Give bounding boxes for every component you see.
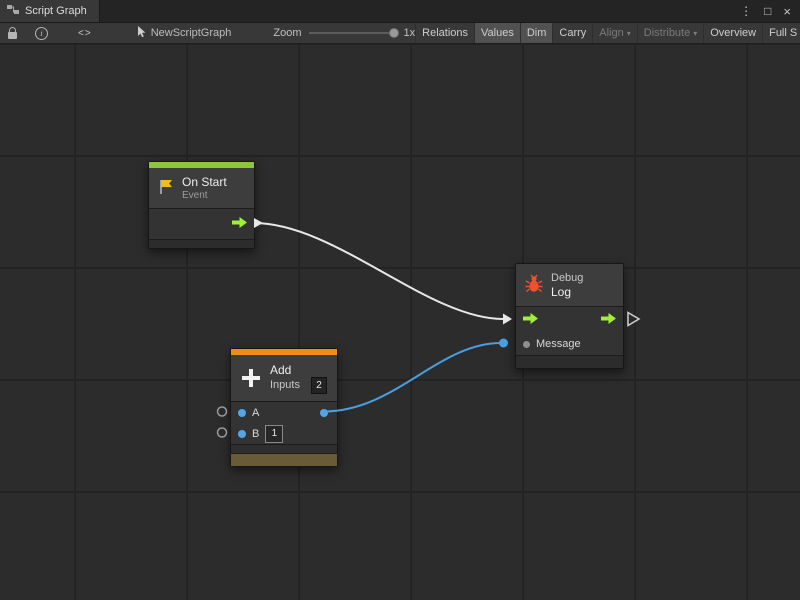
flag-icon [157, 178, 175, 199]
wire-flow-onstart-to-log[interactable] [254, 223, 503, 319]
button-label: Values [481, 27, 514, 39]
node-subtitle: Log [551, 285, 583, 299]
zoom-value: 1x [404, 27, 416, 39]
port-row-a: A [231, 402, 337, 423]
node-header[interactable]: Debug Log [516, 264, 623, 306]
message-input-row: Message [516, 333, 623, 355]
node-title: Debug [551, 272, 583, 285]
button-label: Relations [422, 27, 468, 39]
graph-name: NewScriptGraph [151, 27, 232, 39]
titlebar-spacer [100, 0, 731, 22]
maximize-icon[interactable]: □ [764, 5, 771, 17]
external-flow-triangle-icon[interactable] [628, 313, 639, 326]
toolbar-button-overview[interactable]: Overview [703, 23, 762, 43]
node-subtitle: Event [182, 189, 227, 202]
toolbar-button-values[interactable]: Values [474, 23, 520, 43]
toolbar-button-dim[interactable]: Dim [520, 23, 553, 43]
close-icon[interactable]: × [783, 5, 791, 18]
flow-output-port[interactable] [601, 313, 616, 327]
node-debug-log[interactable]: Debug Log Message [515, 263, 624, 369]
node-body-spacer [231, 444, 337, 453]
cursor-icon [137, 26, 146, 41]
graph-breadcrumb[interactable]: NewScriptGraph [137, 26, 232, 41]
chevron-down-icon: ▾ [627, 29, 631, 38]
kebab-menu-icon[interactable]: ⋮ [740, 5, 752, 17]
inputs-label: Inputs [270, 378, 300, 393]
flow-output-port[interactable] [232, 217, 247, 231]
flow-output-row [149, 209, 254, 239]
input-port-a[interactable] [238, 409, 246, 417]
graph-canvas[interactable]: On Start Event [0, 44, 800, 600]
flow-port-row [516, 307, 623, 333]
zoom-control: Zoom 1x [273, 27, 415, 39]
node-header[interactable]: On Start Event [149, 168, 254, 208]
math-footer-strip [231, 453, 337, 466]
node-header[interactable]: Add Inputs 2 [231, 355, 337, 401]
plus-icon [239, 366, 263, 390]
bug-icon [524, 274, 544, 297]
graph-toolbar: i <> NewScriptGraph Zoom 1x Relations Va… [0, 23, 800, 44]
port-b-value-field[interactable]: 1 [265, 425, 283, 443]
port-label: A [252, 407, 259, 419]
node-title: On Start [182, 175, 227, 189]
toolbar-button-align[interactable]: Align ▾ [592, 23, 636, 43]
node-footer [516, 355, 623, 368]
wire-value-add-to-message[interactable] [324, 343, 501, 412]
button-label: Align [599, 27, 623, 39]
button-label: Distribute [644, 27, 690, 39]
chevron-down-icon: ▾ [693, 29, 697, 38]
toolbar-toggle-group: Relations Values Dim Carry Align ▾ Distr… [415, 23, 800, 43]
zoom-label: Zoom [273, 27, 301, 39]
port-label: Message [536, 338, 581, 350]
button-label: Dim [527, 27, 547, 39]
external-port-circle-a-icon[interactable] [218, 407, 227, 416]
toolbar-button-distribute[interactable]: Distribute ▾ [637, 23, 703, 43]
code-icon: <> [78, 28, 92, 39]
lock-icon [8, 32, 17, 39]
toolbar-button-relations[interactable]: Relations [415, 23, 474, 43]
script-graph-window: Script Graph ⋮ □ × i <> NewScriptGraph Z… [0, 0, 800, 600]
wire-end-dot-icon [499, 339, 508, 348]
external-port-circle-b-icon[interactable] [218, 428, 227, 437]
port-label: B [252, 428, 259, 440]
wire-end-arrow-icon [503, 314, 512, 325]
toolbar-button-fullscreen[interactable]: Full S [762, 23, 800, 43]
edit-source-button[interactable]: <> [73, 23, 97, 43]
node-on-start[interactable]: On Start Event [148, 161, 255, 249]
zoom-slider-handle[interactable] [389, 28, 399, 38]
message-input-port[interactable] [523, 341, 530, 348]
flow-input-port[interactable] [523, 313, 538, 327]
info-button[interactable]: i [30, 23, 53, 43]
zoom-slider[interactable] [309, 32, 397, 34]
script-graph-icon [7, 4, 19, 18]
node-footer [149, 239, 254, 248]
button-label: Overview [710, 27, 756, 39]
output-port-sum[interactable] [320, 409, 328, 417]
titlebar: Script Graph ⋮ □ × [0, 0, 800, 23]
wire-start-arrow-icon [254, 218, 263, 228]
node-add[interactable]: Add Inputs 2 A B 1 [230, 348, 338, 467]
tab-title: Script Graph [25, 5, 87, 17]
port-row-b: B 1 [231, 423, 337, 444]
input-port-b[interactable] [238, 430, 246, 438]
inputs-count-field[interactable]: 2 [311, 377, 327, 394]
lock-button[interactable] [3, 23, 22, 43]
toolbar-button-carry[interactable]: Carry [552, 23, 592, 43]
tab-script-graph[interactable]: Script Graph [0, 0, 100, 22]
info-icon: i [35, 27, 48, 40]
node-title: Add [270, 363, 327, 377]
button-label: Full S [769, 27, 797, 39]
button-label: Carry [559, 27, 586, 39]
